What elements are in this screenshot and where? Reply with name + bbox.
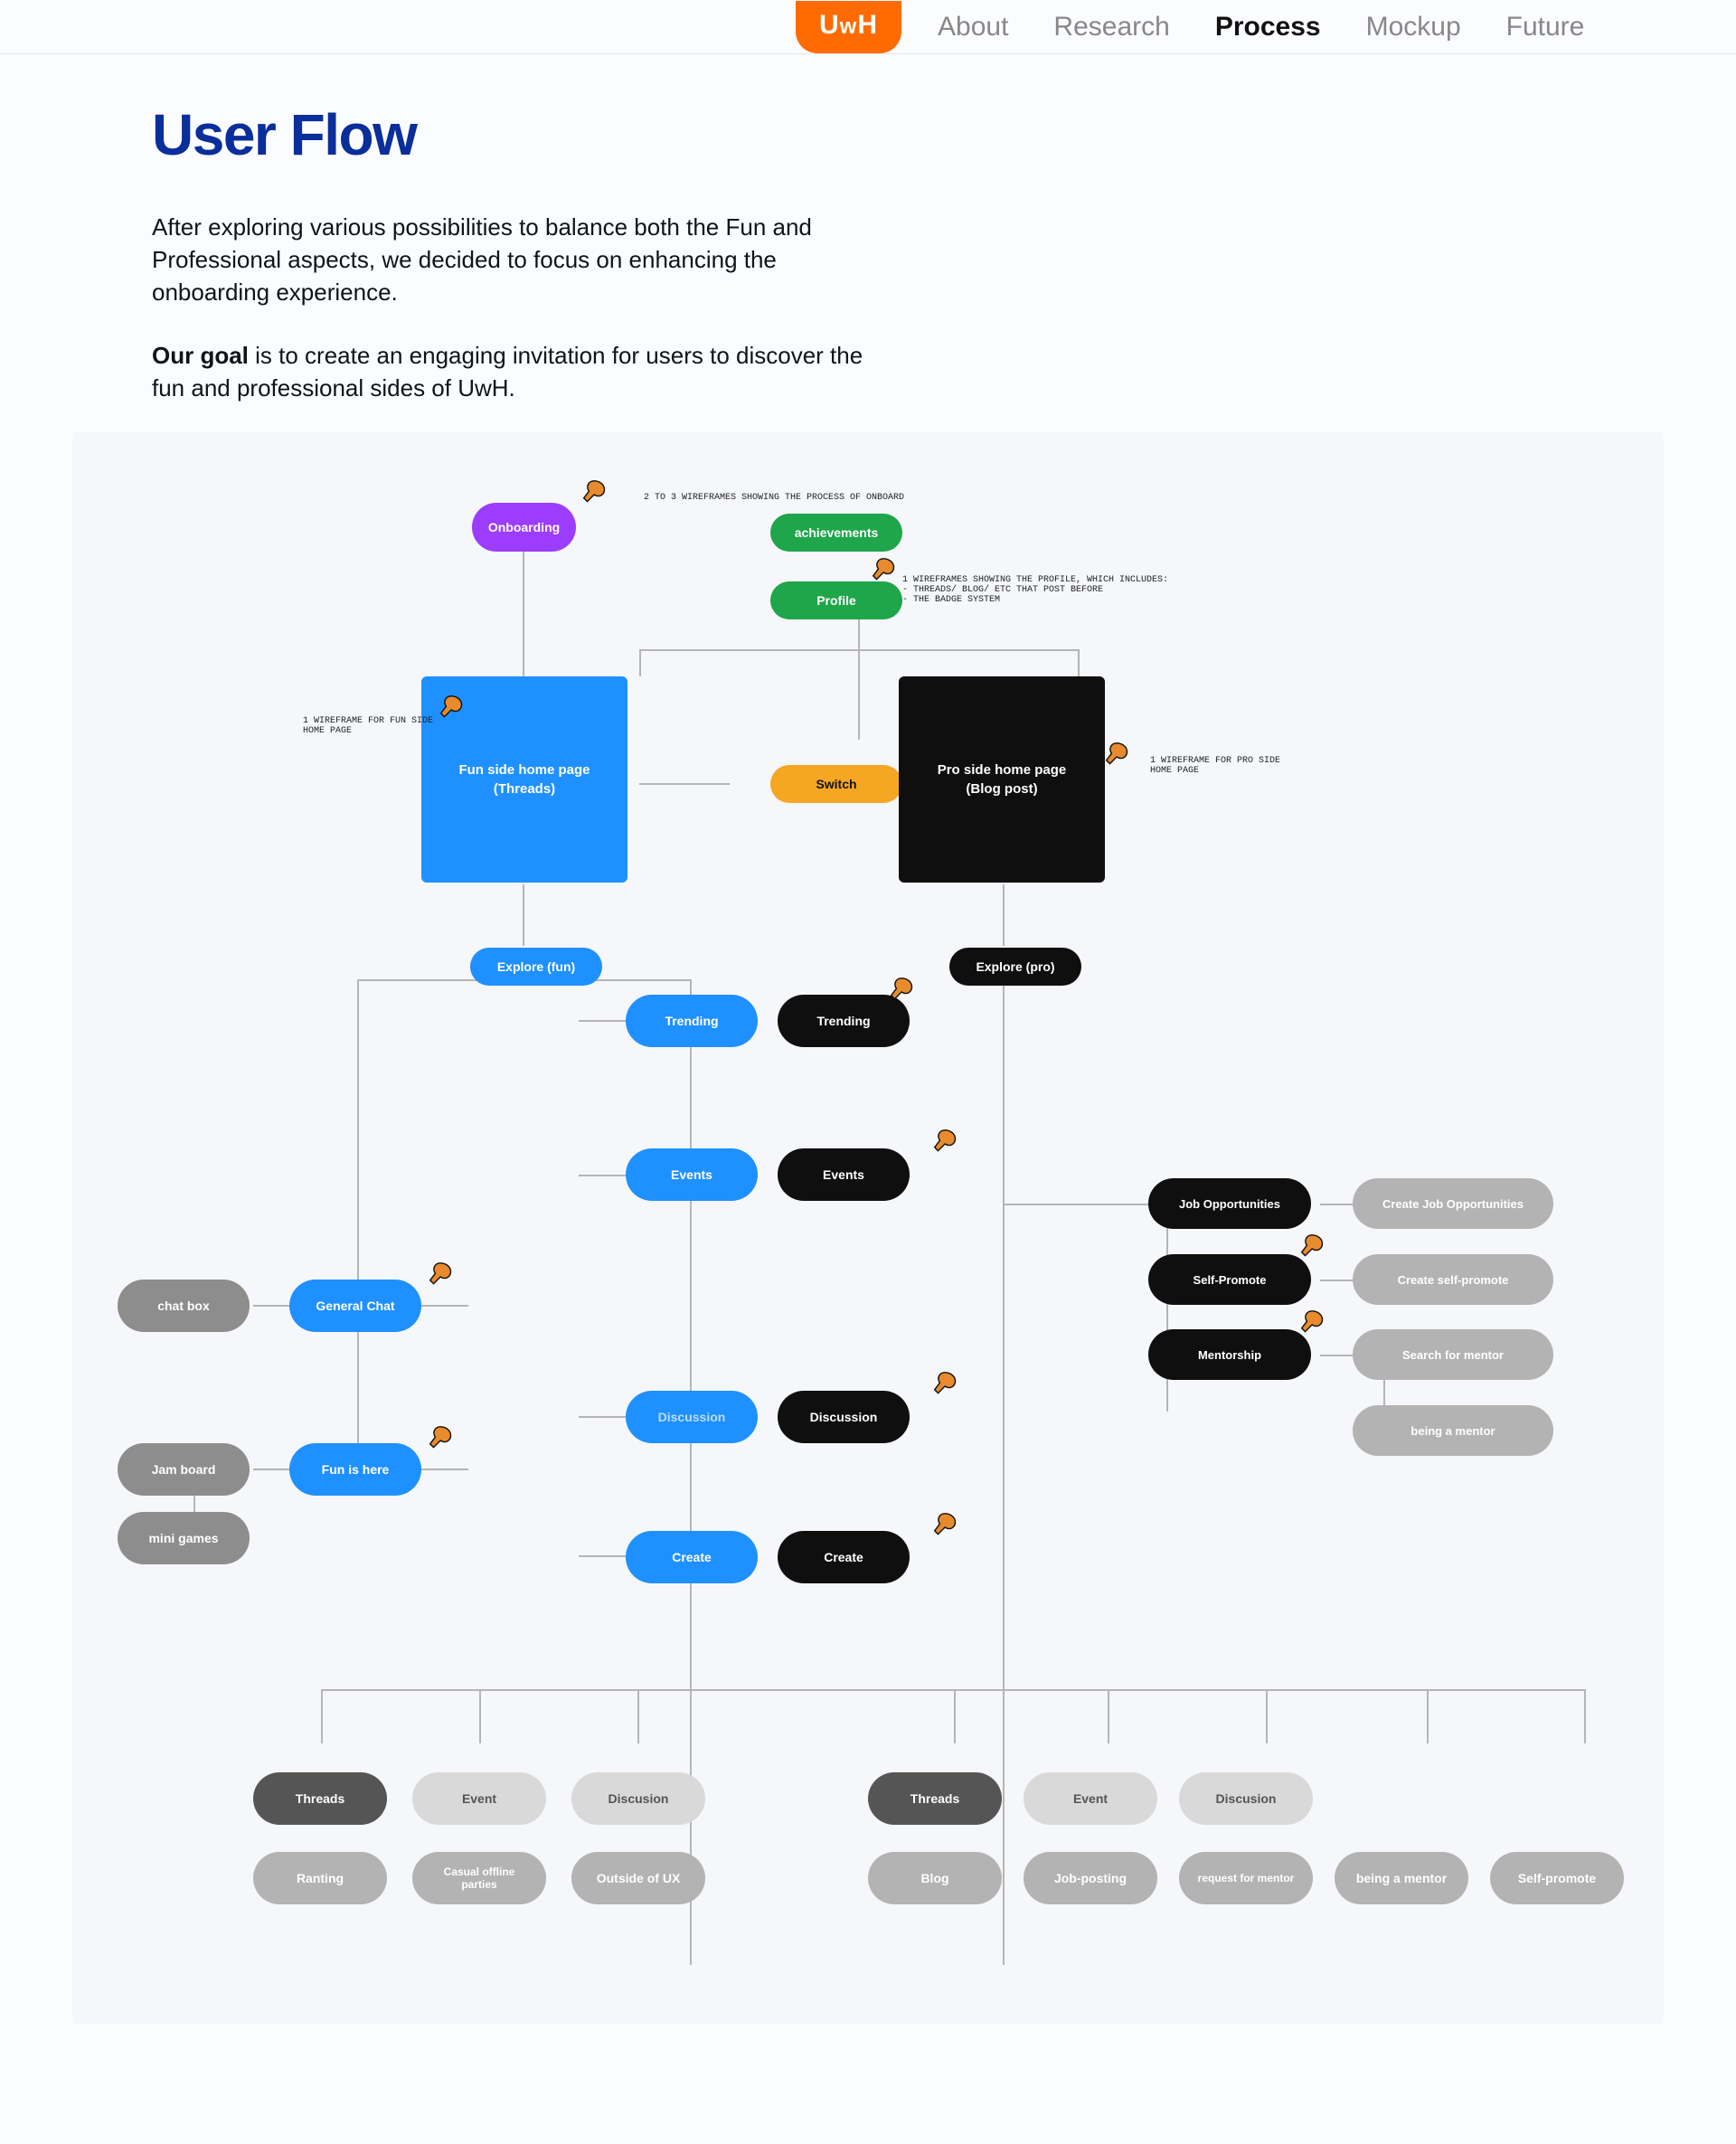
pro-home-l1: Pro side home page	[938, 760, 1067, 779]
connector	[357, 979, 359, 1486]
note-pro-home: 1 WIREFRAME FOR PRO SIDE HOME PAGE	[1150, 756, 1280, 776]
connector	[639, 649, 641, 676]
node-explore-pro: Explore (pro)	[949, 948, 1081, 986]
connector	[1078, 649, 1080, 676]
pin-icon	[579, 477, 613, 512]
node-search-for-mentor: Search for mentor	[1353, 1329, 1553, 1380]
connector	[1166, 1204, 1168, 1412]
page-title: User Flow	[152, 101, 416, 168]
node-events-pro: Events	[778, 1148, 910, 1201]
connector	[1427, 1689, 1429, 1743]
node-job-opportunities: Job Opportunities	[1148, 1178, 1311, 1229]
fun-home-l2: (Threads)	[494, 779, 555, 798]
connector	[639, 783, 730, 785]
connector	[253, 1469, 289, 1470]
node-onboarding: Onboarding	[472, 503, 576, 552]
note-fun-home: 1 WIREFRAME FOR FUN SIDE HOME PAGE	[303, 716, 433, 736]
nav-about[interactable]: About	[938, 12, 1008, 43]
node-chat-box: chat box	[118, 1280, 250, 1332]
nav-research[interactable]: Research	[1053, 12, 1169, 43]
nav-mockup[interactable]: Mockup	[1366, 12, 1461, 43]
top-nav: UwH About Research Process Mockup Future	[0, 0, 1736, 54]
pin-icon	[929, 1369, 964, 1403]
node-create-self-promote: Create self-promote	[1353, 1254, 1553, 1305]
goal-body: is to create an engaging invitation for …	[152, 342, 863, 401]
note-onboard: 2 TO 3 WIREFRAMES SHOWING THE PROCESS OF…	[644, 493, 904, 503]
connector	[1003, 884, 1005, 946]
connector	[1584, 1689, 1586, 1743]
node-self-promote: Self-Promote	[1148, 1254, 1311, 1305]
connector	[523, 884, 524, 946]
diagram-layer: Onboarding achievements Profile Switch F…	[72, 432, 1664, 2024]
connector	[1003, 1204, 1165, 1205]
bottom-fun-outside-ux: Outside of UX	[571, 1852, 705, 1904]
goal-label: Our goal	[152, 342, 249, 369]
bottom-pro-event: Event	[1024, 1772, 1157, 1825]
bottom-pro-blog: Blog	[868, 1852, 1002, 1904]
nav-process[interactable]: Process	[1215, 12, 1321, 43]
node-pro-home: Pro side home page (Blog post)	[899, 676, 1105, 883]
connector	[858, 600, 860, 740]
fun-home-l1: Fun side home page	[458, 760, 590, 779]
goal-text: Our goal is to create an engaging invita…	[152, 340, 875, 405]
node-general-chat: General Chat	[289, 1280, 421, 1332]
pin-icon	[425, 1423, 459, 1458]
node-discussion-pro: Discussion	[778, 1391, 910, 1443]
connector	[321, 1689, 323, 1743]
node-trending-pro: Trending	[778, 995, 910, 1047]
connector	[1003, 979, 1005, 1965]
node-explore-fun: Explore (fun)	[470, 948, 602, 986]
bottom-fun-threads: Threads	[253, 1772, 387, 1825]
bottom-pro-self-promote: Self-promote	[1490, 1852, 1624, 1904]
bottom-fun-event: Event	[412, 1772, 546, 1825]
node-create-fun: Create	[626, 1531, 758, 1583]
node-mentorship: Mentorship	[1148, 1329, 1311, 1380]
nav-future[interactable]: Future	[1506, 12, 1585, 43]
connector	[639, 649, 1080, 651]
logo[interactable]: UwH	[796, 1, 901, 53]
connector	[321, 1689, 1585, 1691]
node-fun-home: Fun side home page (Threads)	[421, 676, 627, 883]
connector	[954, 1689, 956, 1743]
node-profile: Profile	[770, 581, 902, 619]
bottom-fun-casual-offline: Casual offline parties	[412, 1852, 546, 1904]
bottom-fun-discusion: Discusion	[571, 1772, 705, 1825]
pin-icon	[929, 1510, 964, 1544]
note-profile: 1 WIREFRAMES SHOWING THE PROFILE, WHICH …	[902, 575, 1168, 605]
node-discussion-fun: Discussion	[626, 1391, 758, 1443]
node-being-a-mentor: being a mentor	[1353, 1405, 1553, 1456]
pin-icon	[425, 1260, 459, 1294]
bottom-pro-discusion: Discusion	[1179, 1772, 1313, 1825]
node-create-job-opportunities: Create Job Opportunities	[1353, 1178, 1553, 1229]
connector	[1108, 1689, 1109, 1743]
node-trending-fun: Trending	[626, 995, 758, 1047]
bottom-pro-threads: Threads	[868, 1772, 1002, 1825]
node-fun-is-here: Fun is here	[289, 1443, 421, 1496]
node-jam-board: Jam board	[118, 1443, 250, 1496]
connector	[479, 1689, 481, 1743]
connector	[253, 1305, 289, 1307]
connector	[1266, 1689, 1268, 1743]
pin-icon	[1101, 740, 1136, 774]
node-mini-games: mini games	[118, 1512, 250, 1564]
nav-links: About Research Process Mockup Future	[938, 12, 1584, 43]
bottom-pro-request-mentor: request for mentor	[1179, 1852, 1313, 1904]
connector	[637, 1689, 639, 1743]
bottom-pro-being-mentor: being a mentor	[1335, 1852, 1468, 1904]
intro-text: After exploring various possibilities to…	[152, 212, 875, 309]
node-create-pro: Create	[778, 1531, 910, 1583]
bottom-fun-ranting: Ranting	[253, 1852, 387, 1904]
logo-text: UwH	[819, 10, 878, 41]
pin-icon	[929, 1127, 964, 1161]
node-switch: Switch	[770, 765, 902, 803]
node-events-fun: Events	[626, 1148, 758, 1201]
pro-home-l2: (Blog post)	[966, 779, 1037, 798]
bottom-pro-job-posting: Job-posting	[1024, 1852, 1157, 1904]
node-achievements: achievements	[770, 514, 902, 552]
